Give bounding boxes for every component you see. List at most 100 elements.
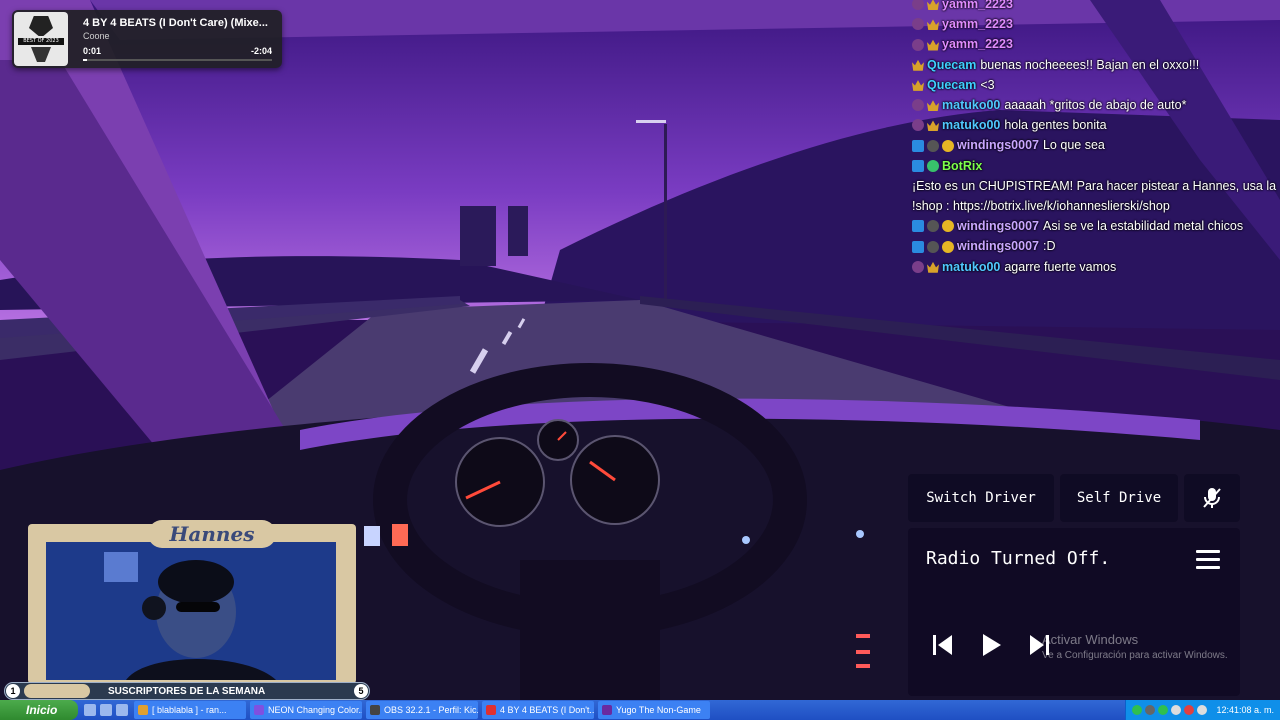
dash-light [856,530,864,538]
chat-text: Lo que sea [1042,138,1105,153]
steering-column [520,560,660,720]
chat-message: yamm_2223 [908,34,1278,54]
dash-light [392,524,408,546]
start-button[interactable]: Inicio [0,700,78,720]
ogi-badge-icon [912,0,924,11]
chat-message: windings0007:D [908,236,1278,256]
subs-left-number: 1 [6,684,20,698]
remaining-time: -2:04 [250,46,272,56]
taskbar-task[interactable]: OBS 32.2.1 - Perfil: Kic... [366,701,478,719]
chat-text: :D [1042,239,1056,254]
arrow-badge-icon [912,240,924,253]
track-progress-fill [83,59,87,61]
chat-message: yamm_2223 [908,14,1278,34]
now-playing-widget: BEST OF 2023 4 BY 4 BEATS (I Don't Care)… [12,10,282,68]
radio-panel: Radio Turned Off. [908,528,1240,696]
chat-username[interactable]: Quecam [927,55,976,75]
activation-subtitle: Ve a Configuración para activar Windows. [1042,650,1228,661]
track-times: 0:01 -2:04 [83,46,272,56]
radio-menu-icon[interactable] [1196,550,1220,569]
chat-username[interactable]: yamm_2223 [942,34,1013,54]
ogi-badge-icon [912,99,924,112]
switch-driver-button[interactable]: Switch Driver [908,474,1054,522]
mod-badge-icon [927,139,939,152]
sub-badge-icon [912,80,924,91]
chat-text: ¡Esto es un CHUPISTREAM! Para hacer pist… [912,178,1277,214]
tray-icon[interactable] [1184,705,1195,715]
subs-pill [24,684,90,698]
sub-badge-icon [927,261,939,273]
arrow-badge-icon [912,139,924,152]
chat-username[interactable]: matuko00 [942,257,1000,277]
chat-text: agarre fuerte vamos [1004,259,1117,274]
subs-label: SUSCRIPTORES DE LA SEMANA [108,685,266,697]
chat-text: aaaaah *gritos de abajo de auto* [1004,98,1187,113]
chat-message: Quecam <3 [908,75,1278,95]
street-lamp-head [636,120,666,123]
album-art-figure [29,16,53,36]
chat-message: BotRix ¡Esto es un CHUPISTREAM! Para hace… [908,156,1278,217]
radio-status: Radio Turned Off. [926,548,1111,569]
chat-overlay: yamm_2223 yamm_2223 yamm_2223 Quecam buenas … [908,0,1278,277]
sub-badge-icon [912,59,924,71]
webcam-feed [46,542,336,680]
taskbar: Inicio [ blablabla ] - ran... NEON Changi… [0,700,1280,720]
quick-launch-icon[interactable] [100,704,112,716]
tray-icon[interactable] [1171,705,1182,715]
album-art-badge: BEST OF 2023 [18,38,64,45]
mic-off-icon [1203,488,1221,508]
taskbar-task[interactable]: Yugo The Non-Game [598,701,710,719]
sub-badge-icon [927,39,939,51]
chat-message: windings0007 Lo que sea [908,135,1278,155]
chat-message: matuko00 aaaaah *gritos de abajo de auto* [908,95,1278,115]
chat-username[interactable]: windings0007 [957,236,1039,256]
chat-username[interactable]: Quecam [927,75,976,95]
chat-username[interactable]: windings0007 [957,135,1039,155]
streamer-silhouette [46,542,336,680]
quick-launch-icon[interactable] [116,704,128,716]
system-tray: 12:41:08 a. m. [1125,700,1280,720]
sub-badge-icon [927,120,939,132]
quick-launch [78,704,134,716]
taskbar-task[interactable]: 4 BY 4 BEATS (I Don't... [482,701,594,719]
coin-badge-icon [942,240,954,253]
building-2 [508,206,528,256]
chat-text: Asi se ve la estabilidad metal chicos [1042,219,1244,234]
chat-username[interactable]: BotRix [942,156,982,176]
sub-badge-icon [927,100,939,112]
dash-light [856,664,870,668]
bot-badge-icon [927,159,939,172]
tray-icon[interactable] [1158,705,1169,715]
chat-username[interactable]: yamm_2223 [942,14,1013,34]
subs-count: 5 [354,684,368,698]
mic-toggle-button[interactable] [1184,474,1240,522]
chat-username[interactable]: matuko00 [942,95,1000,115]
chat-username[interactable]: matuko00 [942,115,1000,135]
track-title: 4 BY 4 BEATS (I Don't Care) (Mixe... [83,17,268,29]
radio-controls [930,632,1052,658]
streamer-name: Hannes [148,520,276,548]
coin-badge-icon [942,139,954,152]
ogi-badge-icon [912,38,924,51]
tray-icon[interactable] [1197,705,1208,715]
chat-username[interactable]: windings0007 [957,216,1039,236]
coin-badge-icon [942,220,954,233]
chat-username[interactable]: yamm_2223 [942,0,1013,14]
sub-badge-icon [927,0,939,11]
taskbar-tasks: [ blablabla ] - ran... NEON Changing Colo… [134,701,1125,719]
mod-badge-icon [927,240,939,253]
chat-text: <3 [980,77,995,92]
weekly-subscribers-bar: 1 SUSCRIPTORES DE LA SEMANA 5 [4,682,370,700]
quick-launch-icon[interactable] [84,704,96,716]
previous-track-icon[interactable] [930,632,956,658]
taskbar-task[interactable]: NEON Changing Color... [250,701,362,719]
self-drive-button[interactable]: Self Drive [1060,474,1178,522]
chat-text: hola gentes bonita [1004,118,1107,133]
ogi-badge-icon [912,18,924,31]
mod-badge-icon [927,220,939,233]
ogi-badge-icon [912,260,924,273]
tray-icon[interactable] [1132,705,1143,715]
play-icon[interactable] [978,632,1004,658]
taskbar-task[interactable]: [ blablabla ] - ran... [134,701,246,719]
tray-icon[interactable] [1145,705,1156,715]
